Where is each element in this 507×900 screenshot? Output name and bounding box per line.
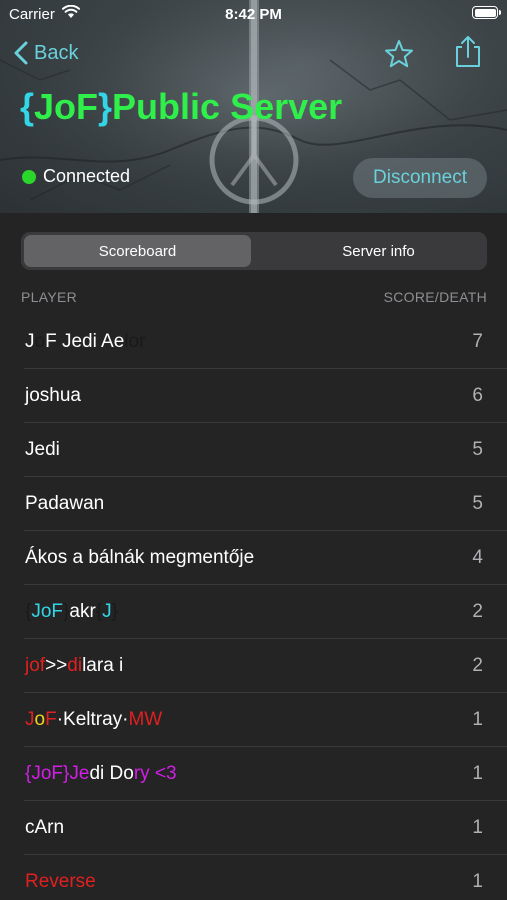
table-row[interactable]: {JoF}akr{J} 2 — [0, 585, 507, 639]
disconnect-button[interactable]: Disconnect — [353, 158, 487, 198]
player-name-segment: F — [45, 709, 57, 730]
player-name-segment: J — [25, 331, 35, 352]
player-score: 5 — [472, 493, 483, 514]
table-row[interactable]: joshua 6 — [0, 369, 507, 423]
player-name: cArn — [25, 817, 64, 839]
player-name-segment: ry <3 — [133, 763, 177, 784]
player-name-segment: di Do — [89, 763, 134, 784]
share-icon[interactable] — [452, 35, 484, 69]
server-banner: Carrier 8:42 PM Back {JoF}Public Server — [0, 0, 507, 213]
player-name-segment: o — [34, 331, 46, 352]
table-row[interactable]: JoF·Keltray·MW 1 — [0, 693, 507, 747]
player-name-segment: ·Keltray· — [56, 709, 129, 730]
player-name-segment: J — [102, 601, 112, 622]
player-name-segment: F Jedi Ae — [45, 331, 125, 352]
player-name-segment: Padawan — [25, 493, 105, 514]
player-name-segment: JoF — [31, 601, 64, 622]
player-score: 7 — [472, 331, 483, 352]
player-name-segment: {JoF} — [25, 763, 70, 784]
table-row[interactable]: Reverse 1 — [0, 855, 507, 900]
player-name-segment: Ákos a bálnák megmentője — [25, 547, 255, 568]
player-name-segment: lara i — [82, 655, 124, 676]
status-bar: Carrier 8:42 PM — [0, 0, 507, 28]
chevron-left-icon — [14, 41, 28, 65]
player-name-segment: di — [67, 655, 83, 676]
table-row[interactable]: Padawan 5 — [0, 477, 507, 531]
table-row[interactable]: Ákos a bálnák megmentője 4 — [0, 531, 507, 585]
scoreboard-list: JoF Jedi Aelor 7 joshua 6 Jedi 5 Padawan 5 Ákos … — [0, 315, 507, 900]
battery-icon — [472, 6, 501, 19]
connection-status: Connected — [22, 166, 130, 187]
tab-server-info[interactable]: Server info — [273, 235, 484, 267]
player-name: JoF·Keltray·MW — [25, 709, 162, 731]
table-row[interactable]: Jedi 5 — [0, 423, 507, 477]
player-score: 1 — [472, 871, 483, 892]
tab-scoreboard[interactable]: Scoreboard — [24, 235, 251, 267]
player-score: 1 — [472, 817, 483, 838]
player-name-segment: jof — [25, 655, 46, 676]
player-score: 6 — [472, 385, 483, 406]
player-name-segment: o — [34, 709, 46, 730]
connection-status-label: Connected — [43, 166, 131, 186]
title-segment: Public Server — [112, 86, 343, 127]
title-segment: { — [20, 86, 35, 127]
player-name-segment: lor — [124, 331, 146, 352]
status-dot-icon — [22, 169, 36, 184]
player-name-segment: joshua — [25, 385, 81, 406]
column-header-player: PLAYER — [21, 289, 78, 305]
server-detail-screen: Carrier 8:42 PM Back {JoF}Public Server — [0, 0, 507, 900]
star-icon[interactable] — [383, 38, 415, 70]
player-name-segment: } — [111, 601, 119, 622]
back-button[interactable]: Back — [14, 37, 78, 69]
player-name: Ákos a bálnák megmentője — [25, 547, 254, 569]
player-name: Jedi — [25, 439, 60, 461]
player-name-segment: J — [25, 709, 35, 730]
player-name-segment: Je — [69, 763, 90, 784]
player-name: jof>>dilara i — [25, 655, 123, 677]
player-name-segment: MW — [128, 709, 163, 730]
table-row[interactable]: JoF Jedi Aelor 7 — [0, 315, 507, 369]
player-name-segment: Jedi — [25, 439, 60, 460]
player-name-segment: >> — [45, 655, 68, 676]
player-score: 1 — [472, 709, 483, 730]
title-segment: JoF — [34, 86, 99, 127]
player-name-segment: akr — [69, 601, 96, 622]
clock: 8:42 PM — [225, 6, 282, 23]
player-name: JoF Jedi Aelor — [25, 331, 145, 353]
title-segment: } — [98, 86, 113, 127]
player-name: {JoF}akr{J} — [25, 601, 118, 623]
table-row[interactable]: {JoF}Jedi Dory <3 1 — [0, 747, 507, 801]
table-row[interactable]: jof>>dilara i 2 — [0, 639, 507, 693]
table-row[interactable]: cArn 1 — [0, 801, 507, 855]
player-name-segment: cArn — [25, 817, 65, 838]
player-name: Reverse — [25, 871, 96, 893]
player-score: 2 — [472, 601, 483, 622]
player-name: {JoF}Jedi Dory <3 — [25, 763, 177, 785]
server-title: {JoF}Public Server — [20, 86, 342, 128]
player-name-segment: Reverse — [25, 871, 96, 892]
player-name: joshua — [25, 385, 81, 407]
player-score: 2 — [472, 655, 483, 676]
column-header-score: SCORE/DEATH — [383, 289, 487, 305]
player-score: 4 — [472, 547, 483, 568]
player-score: 1 — [472, 763, 483, 784]
player-name: Padawan — [25, 493, 104, 515]
tab-switcher: Scoreboard Server info — [21, 232, 487, 270]
back-label: Back — [34, 41, 79, 64]
player-score: 5 — [472, 439, 483, 460]
